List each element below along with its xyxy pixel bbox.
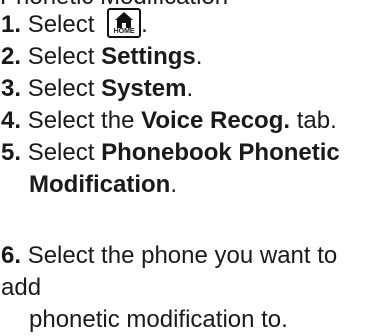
menu-item-modification: Modification xyxy=(29,171,171,198)
step-text: Select the phone you want to add xyxy=(1,242,338,301)
step-number: 1. xyxy=(1,11,22,38)
step-text: Select xyxy=(27,11,95,38)
step-number: 2. xyxy=(1,43,22,70)
step-number: 5. xyxy=(1,139,22,166)
step-number: 3. xyxy=(1,75,22,102)
step-6-continuation: phonetic modification to. xyxy=(29,306,288,333)
instruction-steps: 1. Select HOME . 2. Select Settings. 3. … xyxy=(1,8,381,201)
step-5-continuation: Modification. xyxy=(1,169,381,201)
step-5: 5. Select Phonebook Phonetic Modificatio… xyxy=(1,137,381,201)
menu-item-settings: Settings xyxy=(101,43,196,70)
step-text-suffix: tab. xyxy=(290,107,337,134)
step-text: Select the xyxy=(27,107,142,134)
step-6: 6. Select the phone you want to add phon… xyxy=(1,240,381,336)
menu-item-phonebook-phonetic: Phonebook Phonetic xyxy=(101,139,340,166)
clipped-heading: Phonetic Modification xyxy=(0,0,385,8)
step-text: Select xyxy=(27,75,102,102)
step-text: Select xyxy=(27,139,102,166)
step-punct: . xyxy=(141,11,148,38)
step-number: 4. xyxy=(1,107,22,134)
step-1: 1. Select HOME . xyxy=(1,8,381,41)
step-2: 2. Select Settings. xyxy=(1,41,381,73)
step-punct: . xyxy=(186,75,194,102)
tab-voice-recog: Voice Recog. xyxy=(141,107,291,134)
step-4: 4. Select the Voice Recog. tab. xyxy=(1,105,381,137)
menu-item-system: System xyxy=(101,75,187,102)
step-3: 3. Select System. xyxy=(1,73,381,105)
home-icon-label: HOME xyxy=(113,28,135,35)
step-punct: . xyxy=(195,43,203,70)
step-number: 6. xyxy=(1,242,22,269)
step-punct: . xyxy=(170,171,177,198)
home-icon: HOME xyxy=(107,8,142,38)
step-text: Select xyxy=(27,43,102,70)
